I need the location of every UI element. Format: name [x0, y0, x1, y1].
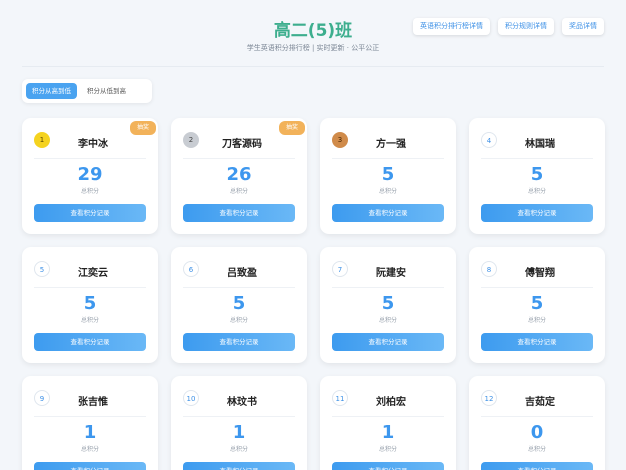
student-name: 阮建安: [376, 268, 406, 279]
total-score: 26: [226, 164, 252, 185]
total-score-label: 总积分: [80, 446, 99, 453]
total-score-label: 总积分: [378, 188, 397, 195]
sort-high-to-low-button[interactable]: 积分从高到低: [26, 83, 77, 99]
total-score-label: 总积分: [527, 446, 546, 453]
student-name: 林玟书: [227, 397, 257, 408]
student-name: 李中冰: [78, 139, 108, 150]
student-card: 2 刀客源码 抽奖 26 总积分 查看积分记录: [171, 118, 307, 234]
total-score: 1: [232, 422, 246, 443]
student-card: 11刘柏宏1总积分查看积分记录: [320, 376, 456, 470]
view-record-button[interactable]: 查看积分记录: [332, 333, 444, 351]
student-card: 4 林国瑞 5 总积分 查看积分记录: [469, 118, 605, 234]
top-links: 英语积分排行榜详情 积分规则详情 奖品详情: [413, 18, 604, 35]
total-score: 5: [381, 164, 395, 185]
card-divider: [332, 158, 444, 159]
card-divider: [183, 287, 295, 288]
card-divider: [34, 158, 146, 159]
total-score-label: 总积分: [80, 317, 99, 324]
card-divider: [34, 416, 146, 417]
view-record-button[interactable]: 查看积分记录: [34, 204, 146, 222]
student-name: 吕致盈: [227, 268, 257, 279]
lottery-badge: 抽奖: [129, 121, 156, 135]
view-record-button[interactable]: 查看积分记录: [332, 462, 444, 470]
total-score-label: 总积分: [527, 188, 546, 195]
student-name: 张吉惟: [78, 397, 108, 408]
view-record-button[interactable]: 查看积分记录: [183, 204, 295, 222]
total-score: 5: [232, 293, 246, 314]
student-name: 刘柏宏: [376, 397, 406, 408]
view-record-button[interactable]: 查看积分记录: [34, 462, 146, 470]
total-score: 0: [530, 422, 544, 443]
lottery-badge: 抽奖: [278, 121, 305, 135]
card-divider: [332, 287, 444, 288]
page-header: 高二(5)班 学生英语积分排行榜 | 实时更新 · 公平公正 英语积分排行榜详情…: [0, 0, 626, 66]
prize-details-link[interactable]: 奖品详情: [562, 18, 604, 35]
student-card: 10林玟书1总积分查看积分记录: [171, 376, 307, 470]
ranking-details-link[interactable]: 英语积分排行榜详情: [413, 18, 490, 35]
header-divider: [22, 66, 604, 67]
student-card: 9张吉惟1总积分查看积分记录: [22, 376, 158, 470]
card-divider: [183, 158, 295, 159]
total-score: 5: [381, 293, 395, 314]
total-score: 5: [530, 164, 544, 185]
card-divider: [481, 416, 593, 417]
view-record-button[interactable]: 查看积分记录: [183, 462, 295, 470]
student-card: 3 方一强 5 总积分 查看积分记录: [320, 118, 456, 234]
student-name: 林国瑞: [525, 139, 555, 150]
card-divider: [34, 287, 146, 288]
card-divider: [183, 416, 295, 417]
view-record-button[interactable]: 查看积分记录: [481, 204, 593, 222]
sort-toggle: 积分从高到低 积分从低到高: [22, 79, 152, 103]
student-card: 5 江奕云 5 总积分 查看积分记录: [22, 247, 158, 363]
student-name: 傅智翔: [525, 268, 555, 279]
view-record-button[interactable]: 查看积分记录: [34, 333, 146, 351]
card-divider: [481, 158, 593, 159]
total-score: 1: [83, 422, 97, 443]
card-divider: [332, 416, 444, 417]
total-score: 5: [530, 293, 544, 314]
total-score-label: 总积分: [378, 317, 397, 324]
total-score-label: 总积分: [527, 317, 546, 324]
student-name: 方一强: [376, 139, 406, 150]
student-card: 1 李中冰 抽奖 29 总积分 查看积分记录: [22, 118, 158, 234]
total-score: 1: [381, 422, 395, 443]
view-record-button[interactable]: 查看积分记录: [332, 204, 444, 222]
total-score-label: 总积分: [229, 188, 248, 195]
sort-low-to-high-button[interactable]: 积分从低到高: [81, 83, 132, 99]
student-name: 吉茹定: [525, 397, 555, 408]
total-score-label: 总积分: [229, 446, 248, 453]
total-score: 5: [83, 293, 97, 314]
student-name: 江奕云: [78, 268, 108, 279]
student-card: 12吉茹定0总积分查看积分记录: [469, 376, 605, 470]
rules-details-link[interactable]: 积分规则详情: [498, 18, 554, 35]
total-score-label: 总积分: [229, 317, 248, 324]
student-name: 刀客源码: [222, 139, 262, 150]
view-record-button[interactable]: 查看积分记录: [481, 462, 593, 470]
card-divider: [481, 287, 593, 288]
total-score-label: 总积分: [80, 188, 99, 195]
page-subtitle: 学生英语积分排行榜 | 实时更新 · 公平公正: [246, 44, 380, 52]
student-card: 8 傅智翔 5 总积分 查看积分记录: [469, 247, 605, 363]
student-card: 7 阮建安 5 总积分 查看积分记录: [320, 247, 456, 363]
total-score-label: 总积分: [378, 446, 397, 453]
view-record-button[interactable]: 查看积分记录: [183, 333, 295, 351]
total-score: 29: [77, 164, 103, 185]
student-grid: 1 李中冰 抽奖 29 总积分 查看积分记录 2 刀客源码 抽奖 26 总积分 查看积分记录 3 方一强 5…: [22, 118, 605, 470]
view-record-button[interactable]: 查看积分记录: [481, 333, 593, 351]
student-card: 6 吕致盈 5 总积分 查看积分记录: [171, 247, 307, 363]
